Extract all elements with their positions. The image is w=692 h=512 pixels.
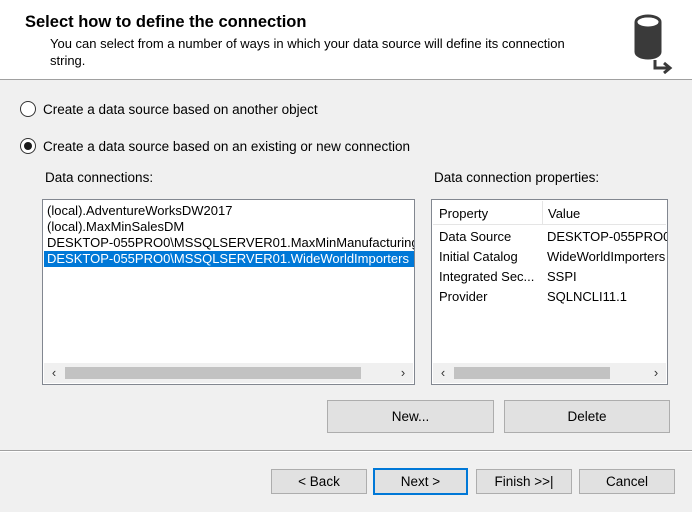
finish-button[interactable]: Finish >>| bbox=[476, 469, 572, 494]
property-value: DESKTOP-055PRO0\MSSQLSERVER01 bbox=[547, 229, 667, 244]
connection-properties-grid[interactable]: Property Value Data Source DESKTOP-055PR… bbox=[431, 199, 668, 385]
list-item[interactable]: (local).MaxMinSalesDM bbox=[44, 219, 414, 235]
data-connections-label: Data connections: bbox=[45, 170, 154, 185]
properties-header-row: Property Value bbox=[433, 201, 666, 225]
scrollbar-thumb[interactable] bbox=[65, 367, 361, 379]
scroll-left-icon[interactable]: ‹ bbox=[433, 363, 453, 383]
next-button[interactable]: Next > bbox=[373, 468, 468, 495]
property-name: Integrated Sec... bbox=[439, 269, 535, 284]
column-header-value: Value bbox=[548, 206, 581, 221]
radio-existing-connection[interactable] bbox=[20, 138, 36, 154]
property-value: SQLNCLI11.1 bbox=[547, 289, 627, 304]
list-item-selected[interactable]: DESKTOP-055PRO0\MSSQLSERVER01.WideWorldI… bbox=[44, 251, 414, 267]
database-arrow-icon bbox=[628, 12, 678, 77]
property-name: Data Source bbox=[439, 229, 512, 244]
delete-connection-button[interactable]: Delete bbox=[504, 400, 670, 433]
property-name: Initial Catalog bbox=[439, 249, 518, 264]
list-item[interactable]: (local).AdventureWorksDW2017 bbox=[44, 203, 414, 219]
option-existing-connection-label: Create a data source based on an existin… bbox=[43, 138, 410, 154]
data-connections-list[interactable]: (local).AdventureWorksDW2017 (local).Max… bbox=[42, 199, 415, 385]
option-another-object-label: Create a data source based on another ob… bbox=[43, 101, 318, 117]
new-connection-button[interactable]: New... bbox=[327, 400, 494, 433]
scroll-left-icon[interactable]: ‹ bbox=[44, 363, 64, 383]
footer-divider-highlight bbox=[0, 451, 692, 452]
wizard-header: Select how to define the connection You … bbox=[0, 0, 692, 80]
property-name: Provider bbox=[439, 289, 488, 304]
column-separator bbox=[542, 201, 543, 225]
page-title: Select how to define the connection bbox=[25, 13, 307, 31]
option-another-object[interactable]: Create a data source based on another ob… bbox=[20, 101, 318, 117]
scroll-right-icon[interactable]: › bbox=[393, 363, 413, 383]
property-value: WideWorldImporters bbox=[547, 249, 666, 264]
properties-horizontal-scrollbar[interactable]: ‹ › bbox=[433, 363, 666, 383]
option-existing-connection[interactable]: Create a data source based on an existin… bbox=[20, 138, 410, 154]
scroll-right-icon[interactable]: › bbox=[646, 363, 666, 383]
back-button[interactable]: < Back bbox=[271, 469, 367, 494]
data-connection-properties-label: Data connection properties: bbox=[434, 170, 600, 185]
cancel-button[interactable]: Cancel bbox=[579, 469, 675, 494]
page-description: You can select from a number of ways in … bbox=[50, 36, 565, 68]
scrollbar-thumb[interactable] bbox=[454, 367, 610, 379]
list-item[interactable]: DESKTOP-055PRO0\MSSQLSERVER01.MaxMinManu… bbox=[44, 235, 414, 251]
connections-horizontal-scrollbar[interactable]: ‹ › bbox=[44, 363, 413, 383]
column-header-property: Property bbox=[439, 206, 489, 221]
radio-another-object[interactable] bbox=[20, 101, 36, 117]
property-value: SSPI bbox=[547, 269, 577, 284]
